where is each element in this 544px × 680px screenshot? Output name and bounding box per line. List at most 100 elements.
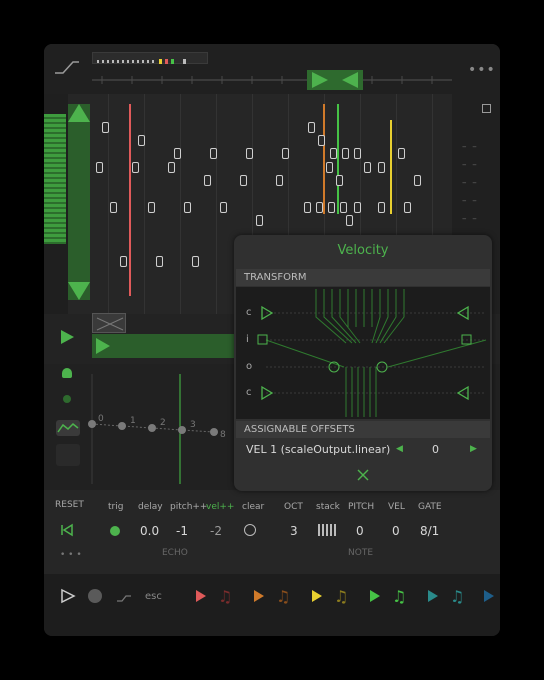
note-cell[interactable] xyxy=(378,162,385,173)
note-pitch-value[interactable]: 0 xyxy=(356,524,364,538)
note-cell[interactable] xyxy=(168,162,175,173)
echo-delay-value[interactable]: 0.0 xyxy=(140,524,159,538)
note-gate-value[interactable]: 8/1 xyxy=(420,524,439,538)
globe-icon[interactable] xyxy=(88,589,102,603)
note-cell[interactable] xyxy=(308,122,315,133)
note-cell[interactable] xyxy=(192,256,199,267)
popup-title: Velocity xyxy=(337,243,389,258)
more-menu-icon[interactable]: ••• xyxy=(468,62,496,78)
row-label-c1: c xyxy=(246,307,252,318)
grid-range-marker[interactable] xyxy=(68,104,90,300)
note-cell[interactable] xyxy=(414,175,421,186)
offset-row[interactable]: VEL 1 (scaleOutput.linear) ◀ 0 ▶ xyxy=(236,440,490,458)
note-oct-value[interactable]: 3 xyxy=(290,524,298,538)
mod-slider[interactable] xyxy=(56,444,80,466)
side-dash-list: – – – – – – – – – – xyxy=(462,142,477,224)
note-cell[interactable] xyxy=(346,215,353,226)
svg-text:♫: ♫ xyxy=(334,587,348,606)
note-cell[interactable] xyxy=(120,256,127,267)
note-cell[interactable] xyxy=(96,162,103,173)
reset-label[interactable]: RESET xyxy=(55,500,84,510)
wave-icon[interactable] xyxy=(116,590,132,602)
timeline-ruler[interactable] xyxy=(92,68,452,90)
note-cell[interactable] xyxy=(336,175,343,186)
note-vel-label[interactable]: VEL xyxy=(388,502,405,512)
close-icon[interactable] xyxy=(356,467,370,481)
note-cell[interactable] xyxy=(340,202,347,213)
echo-vel-value[interactable]: -2 xyxy=(210,524,222,538)
note-cell[interactable] xyxy=(184,202,191,213)
lfo-icon[interactable] xyxy=(56,420,80,436)
echo-pitch-label[interactable]: pitch++ xyxy=(170,502,207,512)
level-meter xyxy=(44,114,66,244)
echo-trig-dot[interactable] xyxy=(110,526,120,536)
step-curve[interactable] xyxy=(88,374,248,484)
note-stack-label[interactable]: stack xyxy=(316,502,340,512)
esc-button[interactable]: esc xyxy=(145,591,162,602)
mod-toggle-icon[interactable] xyxy=(62,368,72,378)
note-cell[interactable] xyxy=(148,202,155,213)
note-cell[interactable] xyxy=(110,202,117,213)
offset-increase-icon[interactable]: ▶ xyxy=(470,444,477,454)
note-pitch-label[interactable]: PITCH xyxy=(348,502,374,512)
note-cell[interactable] xyxy=(354,148,361,159)
note-cell[interactable] xyxy=(256,215,263,226)
side-square-icon[interactable] xyxy=(482,104,491,113)
note-cell[interactable] xyxy=(326,162,333,173)
step-label-1: 1 xyxy=(130,416,136,426)
note-cell[interactable] xyxy=(174,148,181,159)
ramp-icon[interactable] xyxy=(54,58,80,76)
track-selector[interactable]: ♫ ♫ ♫ ♫ ♫ xyxy=(182,584,500,608)
note-cell[interactable] xyxy=(342,148,349,159)
note-cell[interactable] xyxy=(204,175,211,186)
step-label-2: 2 xyxy=(160,418,166,428)
note-oct-label[interactable]: OCT xyxy=(284,502,303,512)
echo-clear-label[interactable]: clear xyxy=(242,502,264,512)
offset-value[interactable]: 0 xyxy=(432,443,439,456)
note-cell[interactable] xyxy=(328,202,335,213)
note-gate-label[interactable]: GATE xyxy=(418,502,442,512)
svg-text:♫: ♫ xyxy=(218,587,232,606)
offset-label: VEL 1 (scaleOutput.linear) xyxy=(246,443,391,456)
stack-icon[interactable] xyxy=(318,524,336,536)
note-cell[interactable] xyxy=(404,202,411,213)
note-group-label: NOTE xyxy=(348,548,374,558)
play-outline-icon[interactable] xyxy=(60,588,76,604)
note-cell[interactable] xyxy=(156,256,163,267)
note-cell[interactable] xyxy=(102,122,109,133)
reset-icon[interactable] xyxy=(60,522,74,537)
note-cell[interactable] xyxy=(330,148,337,159)
playhead-red xyxy=(129,104,131,296)
transform-graph[interactable] xyxy=(236,287,490,419)
step-label-3: 3 xyxy=(190,420,196,430)
note-cell[interactable] xyxy=(132,162,139,173)
note-vel-value[interactable]: 0 xyxy=(392,524,400,538)
note-cell[interactable] xyxy=(378,202,385,213)
note-cell[interactable] xyxy=(318,135,325,146)
note-cell[interactable] xyxy=(398,148,405,159)
note-cell[interactable] xyxy=(210,148,217,159)
note-cell[interactable] xyxy=(240,175,247,186)
note-cell[interactable] xyxy=(354,202,361,213)
echo-vel-label[interactable]: vel++ xyxy=(206,502,234,512)
echo-trig-label[interactable]: trig xyxy=(108,502,123,512)
note-cell[interactable] xyxy=(138,135,145,146)
note-cell[interactable] xyxy=(276,175,283,186)
note-cell[interactable] xyxy=(304,202,311,213)
note-cell[interactable] xyxy=(364,162,371,173)
overview-strip[interactable] xyxy=(92,52,208,64)
echo-clear-circle[interactable] xyxy=(244,524,256,536)
note-cell[interactable] xyxy=(282,148,289,159)
svg-text:♫: ♫ xyxy=(276,587,290,606)
note-cell[interactable] xyxy=(220,202,227,213)
note-cell[interactable] xyxy=(316,202,323,213)
echo-pitch-value[interactable]: -1 xyxy=(176,524,188,538)
play-button[interactable] xyxy=(58,328,76,346)
note-cell[interactable] xyxy=(246,148,253,159)
reset-more-icon[interactable]: • • • xyxy=(60,550,82,560)
echo-delay-label[interactable]: delay xyxy=(138,502,163,512)
row-label-o: o xyxy=(246,361,253,372)
loop-handle[interactable] xyxy=(92,313,126,333)
offset-decrease-icon[interactable]: ◀ xyxy=(396,444,403,454)
mod-dot-icon[interactable] xyxy=(63,395,71,403)
